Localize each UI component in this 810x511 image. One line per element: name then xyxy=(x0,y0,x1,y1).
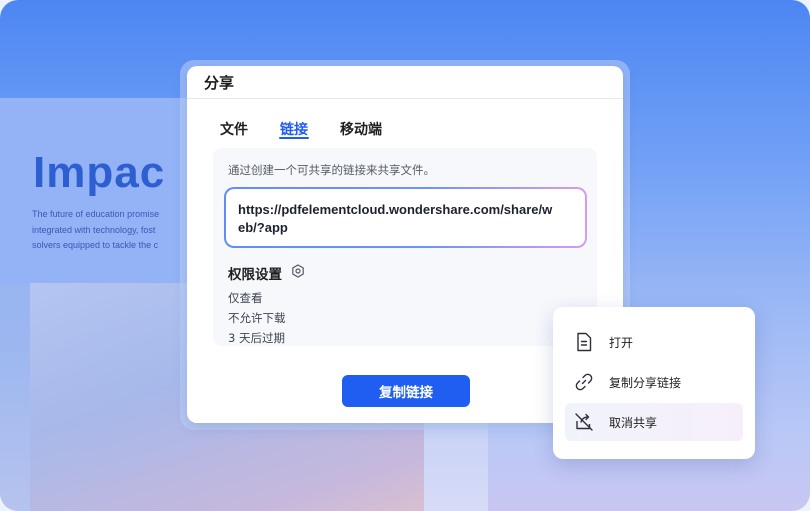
background-title: Impac xyxy=(33,148,166,197)
permission-expiry: 3 天后过期 xyxy=(228,331,285,345)
settings-hexagon-icon[interactable] xyxy=(291,263,305,278)
share-link-text[interactable]: https://pdfelementcloud.wondershare.com/… xyxy=(238,189,558,237)
link-icon xyxy=(573,371,595,393)
permission-view-only: 仅查看 xyxy=(228,291,263,305)
dialog-title: 分享 xyxy=(204,74,235,92)
menu-item-label: 复制分享链接 xyxy=(609,375,682,390)
permission-no-download: 不允许下载 xyxy=(228,311,286,325)
tab-link[interactable]: 链接 xyxy=(280,119,308,139)
background-paragraph: The future of education promise integrat… xyxy=(32,207,192,254)
background-paragraph-line: integrated with technology, fost xyxy=(32,224,156,235)
tab-file[interactable]: 文件 xyxy=(220,119,248,139)
dialog-divider xyxy=(187,98,623,99)
active-tab-indicator xyxy=(279,137,309,139)
copy-link-button[interactable]: 复制链接 xyxy=(342,375,470,407)
menu-item-unshare[interactable]: 取消共享 xyxy=(565,403,743,441)
document-icon xyxy=(573,331,595,353)
permissions-title: 权限设置 xyxy=(228,267,282,283)
context-menu: 打开 复制分享链接 取消共享 xyxy=(553,307,755,459)
tab-mobile[interactable]: 移动端 xyxy=(340,119,382,139)
menu-item-open[interactable]: 打开 xyxy=(565,323,743,361)
unshare-icon xyxy=(573,411,595,433)
menu-item-label: 取消共享 xyxy=(609,415,658,430)
menu-item-label: 打开 xyxy=(609,335,634,350)
background-artwork-strip xyxy=(424,420,488,511)
background-paragraph-line: solvers equipped to tackle the c xyxy=(32,240,159,250)
share-description: 通过创建一个可共享的链接来共享文件。 xyxy=(228,163,435,177)
menu-item-copy-share-link[interactable]: 复制分享链接 xyxy=(565,363,743,401)
link-panel: 通过创建一个可共享的链接来共享文件。 https://pdfelementclo… xyxy=(213,148,597,346)
share-link-field[interactable]: https://pdfelementcloud.wondershare.com/… xyxy=(226,189,585,246)
background-paragraph-line: The future of education promise xyxy=(32,209,160,219)
